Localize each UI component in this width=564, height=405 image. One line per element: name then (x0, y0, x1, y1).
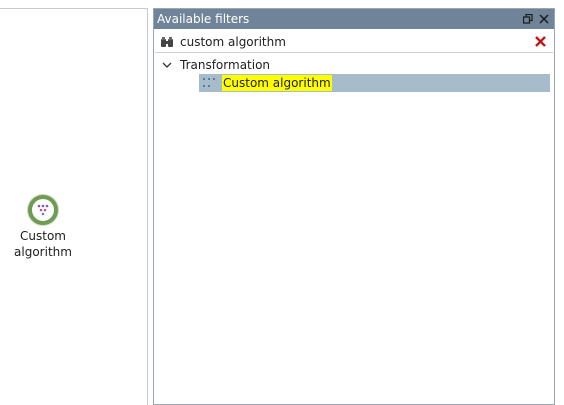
node-label-line1: Custom (20, 229, 66, 243)
node-filter-icon (28, 195, 58, 225)
tree-category-transformation[interactable]: Transformation (154, 56, 554, 74)
panel-header: Available filters (154, 9, 554, 29)
node-label-line2: algorithm (14, 245, 72, 259)
tree-item-label: Custom algorithm (222, 75, 332, 91)
panel-title: Available filters (157, 12, 250, 26)
close-icon[interactable] (537, 11, 551, 27)
filter-icon (201, 75, 217, 91)
custom-algorithm-node[interactable]: Custom algorithm (0, 195, 86, 260)
search-input[interactable] (176, 32, 530, 51)
restore-icon[interactable] (521, 11, 535, 27)
filter-tree: Transformation Custom algorithm (154, 53, 554, 92)
clear-search-icon[interactable] (530, 33, 550, 51)
search-bar (155, 31, 553, 53)
workflow-canvas[interactable]: Custom algorithm (0, 8, 148, 405)
available-filters-panel: Available filters custom algorithm Trans… (153, 8, 555, 405)
node-label: Custom algorithm (0, 228, 86, 260)
tree-item-custom-algorithm[interactable]: Custom algorithm (199, 74, 550, 92)
binoculars-icon (158, 33, 176, 51)
chevron-down-icon[interactable] (160, 58, 174, 72)
category-label: Transformation (180, 58, 271, 72)
